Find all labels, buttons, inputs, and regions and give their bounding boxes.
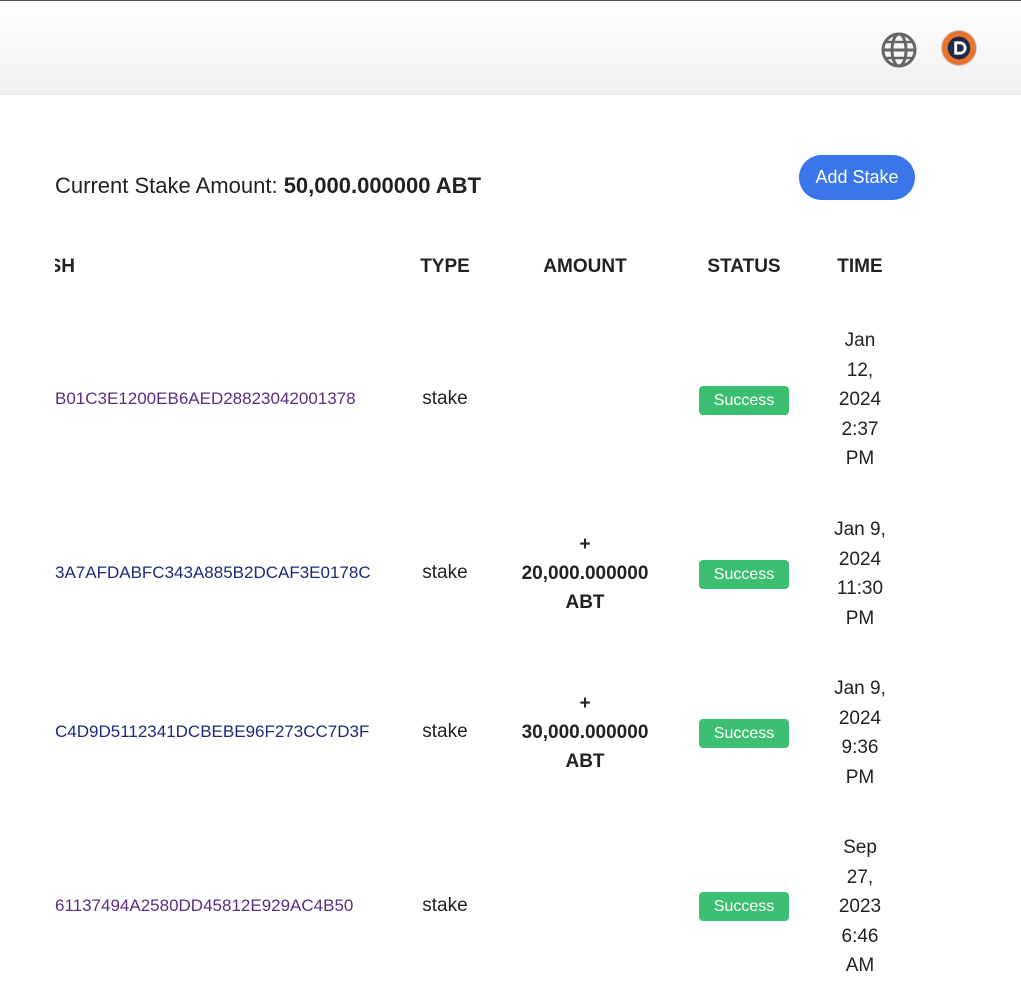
tx-hash-link[interactable]: C4D9D5112341DCBEBE96F273CC7D3F <box>55 722 380 744</box>
tx-type: stake <box>422 388 468 409</box>
column-header-type: TYPE <box>420 256 470 277</box>
team-logo-avatar-icon[interactable] <box>941 30 977 66</box>
column-header-hash: SH <box>55 256 75 277</box>
tx-time: Jan 9, 2024 9:36 PM <box>834 678 886 788</box>
tx-amount: + 30,000.000000 ABT <box>521 693 649 772</box>
tx-hash-link[interactable]: 61137494A2580DD45812E929AC4B50 <box>55 896 380 918</box>
status-badge: Success <box>699 719 789 748</box>
status-badge: Success <box>699 892 789 921</box>
add-stake-button[interactable]: Add Stake <box>799 155 915 200</box>
tx-type: stake <box>422 895 468 916</box>
tx-amount: + 20,000.000000 ABT <box>521 534 649 613</box>
tx-time: Sep 27, 2023 6:46 AM <box>838 837 882 976</box>
tx-time: Jan 12, 2024 2:37 PM <box>838 330 882 469</box>
tx-hash-link[interactable]: 3A7AFDABFC343A885B2DCAF3E0178C <box>55 563 380 585</box>
column-header-status: STATUS <box>707 256 781 277</box>
globe-icon[interactable] <box>880 31 918 69</box>
status-badge: Success <box>699 560 789 589</box>
tx-type: stake <box>422 562 468 583</box>
current-stake-summary: Current Stake Amount: 50,000.000000 ABT <box>55 173 481 199</box>
column-header-time: TIME <box>837 256 883 277</box>
top-header <box>0 0 1021 95</box>
current-stake-label: Current Stake Amount: <box>55 173 278 198</box>
status-badge: Success <box>699 386 789 415</box>
tx-type: stake <box>422 721 468 742</box>
column-header-amount: AMOUNT <box>543 256 627 277</box>
current-stake-amount: 50,000.000000 ABT <box>283 173 482 198</box>
tx-time: Jan 9, 2024 11:30 PM <box>834 519 886 629</box>
tx-hash-link[interactable]: B01C3E1200EB6AED28823042001378 <box>55 389 380 411</box>
